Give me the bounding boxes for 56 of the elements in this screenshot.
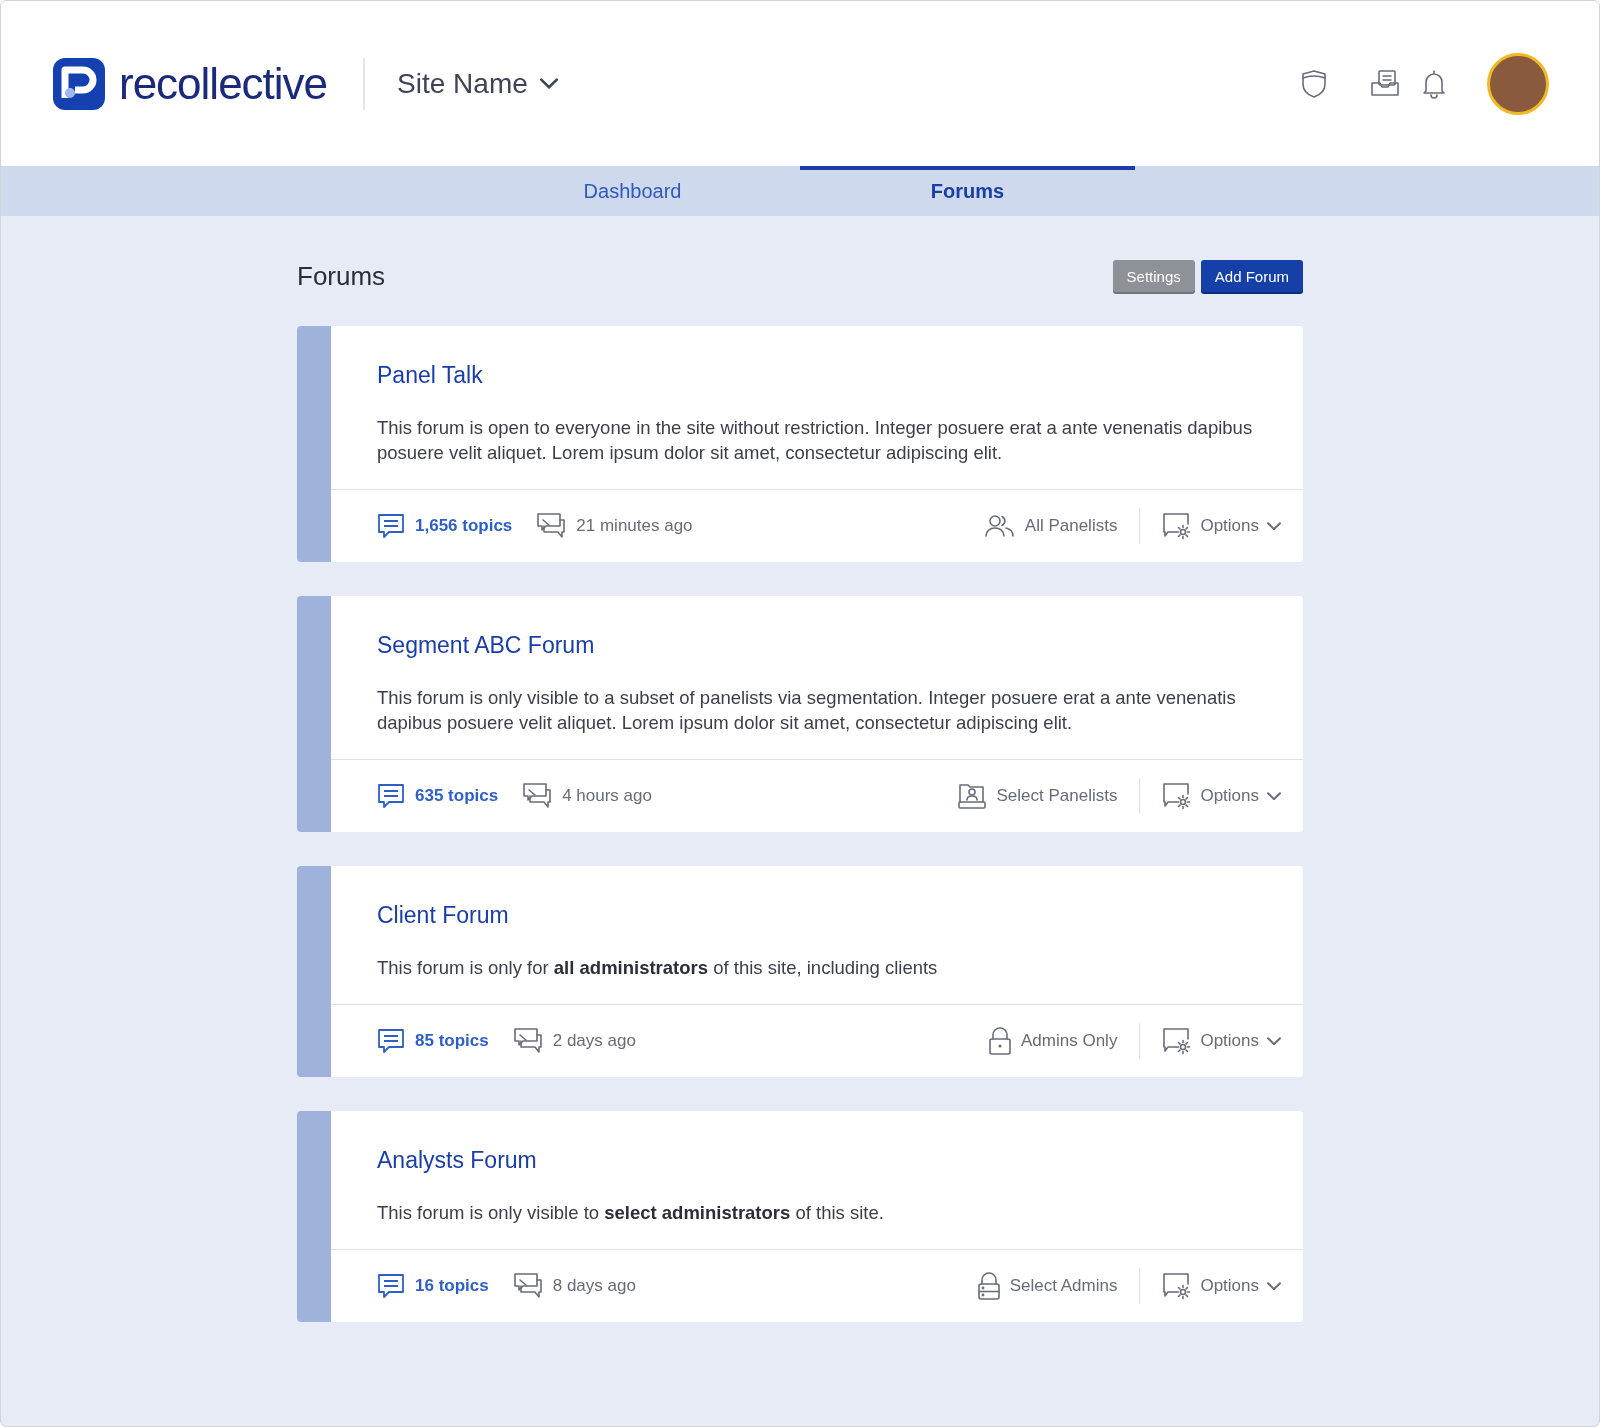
chat-gear-icon [1162,1026,1193,1056]
chevron-down-icon [539,78,558,89]
lock-server-icon [977,1272,1000,1300]
topics-link[interactable]: 16 topics [415,1276,489,1296]
logo-icon [53,57,105,110]
forum-description: This forum is open to everyone in the site without restriction. Integer posuere erat a ante venenatis dapibus posuere velit aliquet. Lorem ipsum dolor sit amet, consectetur adipiscing elit. [377,416,1254,465]
forum-title[interactable]: Client Forum [377,902,509,929]
topics-link[interactable]: 635 topics [415,786,499,806]
forum-title[interactable]: Segment ABC Forum [377,632,595,659]
options-menu[interactable]: Options [1162,781,1281,811]
bell-icon[interactable] [1421,68,1447,99]
conversation-icon [512,1272,543,1300]
chevron-down-icon [1267,1036,1281,1046]
chat-bubble-icon [377,1027,405,1055]
chat-bubble-icon [377,1272,405,1300]
conversation-icon [536,512,567,540]
people-icon [984,514,1015,538]
topics-link[interactable]: 1,656 topics [415,516,513,536]
logo-text: recollective [119,58,328,109]
options-menu[interactable]: Options [1162,511,1281,541]
settings-button[interactable]: Settings [1112,260,1195,292]
access-label: Select Admins [1009,1276,1118,1296]
chevron-down-icon [1267,1281,1281,1291]
site-menu[interactable]: Site Name [397,67,558,100]
chat-bubble-icon [377,782,405,810]
nav-tab[interactable]: Forums [800,166,1135,216]
topics-link[interactable]: 85 topics [415,1031,489,1051]
forum-description: This forum is only visible to select administrators of this site. [377,1201,885,1225]
chat-gear-icon [1162,1271,1193,1301]
forum-title[interactable]: Panel Talk [377,362,483,389]
chevron-down-icon [1267,521,1281,531]
chevron-down-icon [1267,791,1281,801]
person-tray-icon [958,782,987,810]
lock-icon [989,1027,1012,1055]
chat-gear-icon [1162,511,1193,541]
last-activity-text: 8 days ago [552,1276,636,1296]
inbox-icon[interactable] [1369,68,1401,99]
last-activity-text: 2 days ago [552,1031,636,1051]
nav-tab[interactable]: Dashboard [465,166,800,216]
access-label: Admins Only [1021,1031,1118,1051]
options-menu[interactable]: Options [1162,1271,1281,1301]
add-forum-button[interactable]: Add Forum [1200,260,1303,292]
conversation-icon [512,1027,543,1055]
last-activity-text: 4 hours ago [562,786,652,806]
forum-description: This forum is only for all administrators of this site, including clients [377,956,939,980]
access-label: All Panelists [1024,516,1118,536]
shield-icon[interactable] [1301,68,1327,99]
options-menu[interactable]: Options [1162,1026,1281,1056]
forum-description: This forum is only visible to a subset of panelists via segmentation. Integer posuere erat a ante venenatis dapibus posuere velit aliquet. Lorem ipsum dolor sit amet, consectetur adipiscing elit. [377,686,1237,735]
forum-title[interactable]: Analysts Forum [377,1147,537,1174]
last-activity-text: 21 minutes ago [576,516,693,536]
access-label: Select Panelists [996,786,1118,806]
page-title: Forums [297,260,386,292]
conversation-icon [522,782,553,810]
chat-bubble-icon [377,512,405,540]
chat-gear-icon [1162,781,1193,811]
